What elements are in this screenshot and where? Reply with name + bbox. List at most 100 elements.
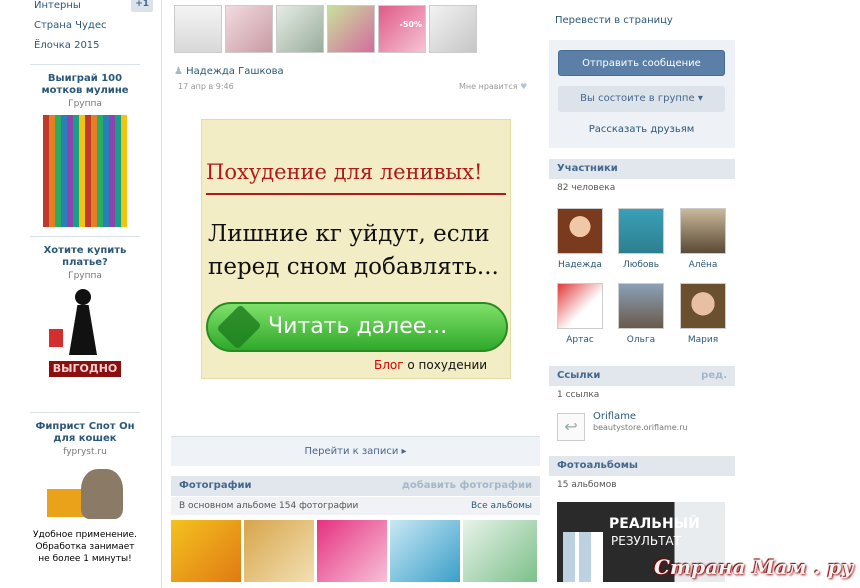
member-name: Артас: [566, 335, 594, 345]
ad-image-threads[interactable]: [43, 115, 127, 227]
thumbnail-image[interactable]: [174, 5, 222, 53]
ad-text: Удобное применение. Обработка занимает н…: [33, 530, 137, 564]
add-photos-link[interactable]: добавить фотографии: [402, 476, 532, 496]
diamond-icon: [216, 304, 262, 350]
member-nadezhda[interactable]: Надежда: [554, 208, 606, 270]
left-sidebar: Интерны +1 Страна Чудес Ёлочка 2015 Выигр…: [0, 0, 162, 588]
albums-count: 15 альбомов: [549, 476, 735, 494]
in-group-dropdown[interactable]: Вы состоите в группе ▾: [558, 86, 725, 112]
photos-header: Фотографии добавить фотографии: [171, 476, 540, 496]
members-count: 82 человека: [549, 179, 735, 197]
links-edit-link[interactable]: ред.: [701, 366, 727, 386]
tell-friends-link[interactable]: Рассказать друзьям: [558, 124, 725, 135]
photo-thumb[interactable]: [463, 520, 537, 582]
links-header[interactable]: Ссылки ред.: [549, 366, 735, 386]
translate-link[interactable]: Перевести в страницу: [555, 15, 673, 26]
user-icon: ♟: [174, 66, 183, 77]
ad-subtitle: Группа: [68, 99, 102, 109]
banner-text: Лишние кг уйдут, если перед сном добавлят…: [208, 218, 499, 284]
shopping-bag-icon: [49, 329, 63, 347]
photo-thumb[interactable]: [244, 520, 314, 582]
menu-item-label: Страна Чудес: [34, 20, 107, 31]
ad-image-dress[interactable]: ВЫГОДНО: [43, 287, 127, 383]
ad-block-fiprist[interactable]: Фиприст Спот Он для кошек fypryst.ru Удо…: [30, 412, 140, 565]
product-box: [47, 489, 85, 517]
menu-item-elochka[interactable]: Ёлочка 2015: [0, 36, 161, 56]
thumbnail-image[interactable]: [225, 5, 273, 53]
ad-title[interactable]: Хотите купить платье?: [30, 245, 140, 269]
member-alena[interactable]: Алёна: [677, 208, 729, 270]
post-date[interactable]: 17 апр в 9:46: [178, 82, 234, 91]
member-name: Мария: [687, 335, 719, 345]
avatar: [680, 283, 726, 329]
link-url: beautystore.oriflame.ru: [593, 423, 688, 432]
member-name: Надежда: [558, 260, 602, 270]
read-more-button[interactable]: Читать далее...: [206, 302, 508, 352]
like-button[interactable]: Мне нравится ♥: [459, 82, 527, 91]
album-info: В основном альбоме 154 фотографии: [179, 501, 359, 511]
member-name: Алёна: [688, 260, 718, 270]
thumbnail-image[interactable]: [276, 5, 324, 53]
member-name: Любовь: [622, 260, 659, 270]
avatar: [557, 208, 603, 254]
cat-figure: [81, 469, 123, 519]
ad-image-cat[interactable]: [43, 463, 127, 525]
author-name: Надежда Гашкова: [186, 66, 284, 77]
members-title: Участники: [557, 163, 618, 174]
links-title: Ссылки: [557, 370, 601, 381]
woman-figure-icon: [75, 289, 91, 305]
member-mariya[interactable]: Мария: [677, 283, 729, 345]
albums-title: Фотоальбомы: [557, 460, 638, 471]
album-cover-title: РЕАЛЬНЫЙ: [609, 516, 700, 532]
ad-subtitle: fypryst.ru: [63, 447, 107, 457]
banner-divider: [206, 193, 506, 195]
heart-icon: ♥: [520, 82, 528, 91]
link-icon: ↩: [557, 413, 585, 441]
ad-subtitle: Группа: [68, 271, 102, 281]
members-header[interactable]: Участники: [549, 159, 735, 179]
banner-blog-caption: Блог о похудении: [374, 358, 487, 372]
goto-post-button[interactable]: Перейти к записи ▸: [171, 436, 540, 466]
post-banner[interactable]: Похудение для ленивых! Лишние кг уйдут, …: [201, 119, 511, 379]
ad-title[interactable]: Фиприст Спот Он для кошек: [30, 421, 140, 445]
links-count: 1 ссылка: [549, 386, 735, 404]
thumbnail-image[interactable]: [429, 5, 477, 53]
menu-count-badge: +1: [131, 0, 153, 12]
post-author[interactable]: ♟ Надежда Гашкова: [174, 66, 284, 77]
banner-text-line: Лишние кг уйдут, если: [208, 221, 490, 247]
albums-header[interactable]: Фотоальбомы: [549, 456, 735, 476]
menu-item-label: Ёлочка 2015: [34, 40, 100, 51]
ad-title[interactable]: Выиграй 100 мотков мулине: [30, 73, 140, 97]
like-label: Мне нравится: [459, 82, 518, 91]
member-olga[interactable]: Ольга: [615, 283, 667, 345]
avatar: [680, 208, 726, 254]
ad-block-dress[interactable]: Хотите купить платье? Группа ВЫГОДНО: [30, 236, 140, 383]
album-cover-subtitle: РЕЗУЛЬТАТ: [611, 534, 681, 548]
ad-badge: ВЫГОДНО: [49, 361, 121, 377]
banner-title: Похудение для ленивых!: [206, 160, 483, 184]
photos-title[interactable]: Фотографии: [179, 480, 252, 491]
send-message-button[interactable]: Отправить сообщение: [558, 50, 725, 76]
photos-subheader: В основном альбоме 154 фотографии Все аль…: [171, 497, 540, 515]
member-artas[interactable]: Артас: [554, 283, 606, 345]
thumbnail-image[interactable]: [327, 5, 375, 53]
photo-thumb[interactable]: [171, 520, 241, 582]
photo-thumb[interactable]: [390, 520, 460, 582]
dress-shape: [69, 305, 97, 355]
blog-rest: о похудении: [403, 358, 488, 372]
banner-text-line: перед сном добавлять...: [208, 254, 499, 280]
ad-block-mouline[interactable]: Выиграй 100 мотков мулине Группа: [30, 64, 140, 227]
menu-item-interny[interactable]: Интерны +1: [0, 0, 161, 16]
watermark-logo: Страна Мам . ру: [654, 555, 854, 579]
menu-item-label: Интерны: [34, 0, 81, 11]
all-albums-link[interactable]: Все альбомы: [471, 497, 532, 515]
in-group-label: Вы состоите в группе: [580, 93, 695, 104]
menu-item-strana-chudes[interactable]: Страна Чудес: [0, 16, 161, 36]
avatar: [557, 283, 603, 329]
photo-thumb[interactable]: [317, 520, 387, 582]
link-name[interactable]: Oriflame: [593, 411, 636, 422]
thumbnail-image[interactable]: -50%: [378, 5, 426, 53]
left-menu: Интерны +1 Страна Чудес Ёлочка 2015: [0, 0, 161, 56]
member-lyubov[interactable]: Любовь: [615, 208, 667, 270]
blog-word: Блог: [374, 358, 404, 372]
